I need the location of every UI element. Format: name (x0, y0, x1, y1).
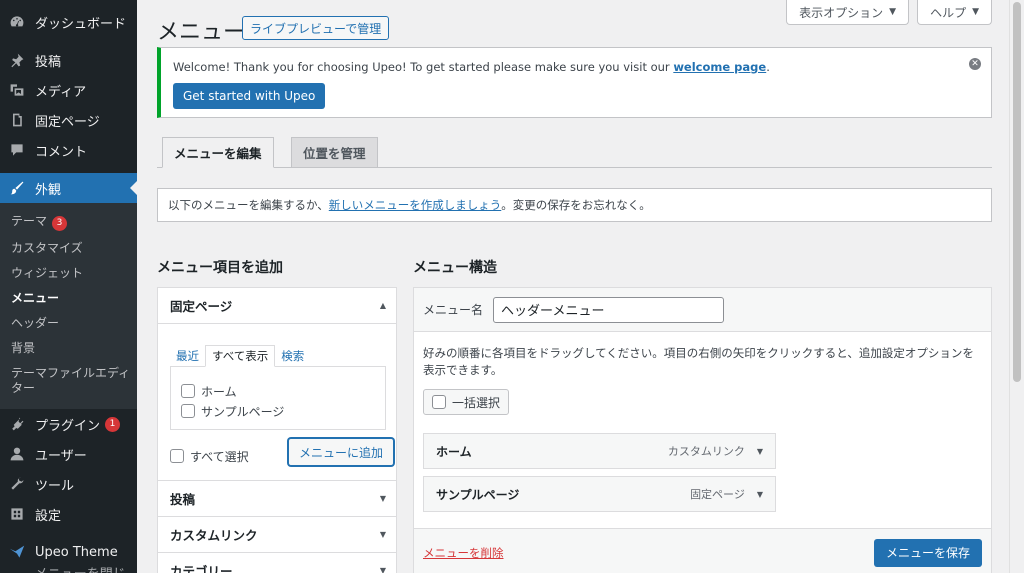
submenu-item-menus[interactable]: メニュー (0, 286, 137, 311)
screen-meta-links: 表示オプション ▼ ヘルプ ▼ (786, 0, 992, 25)
upeo-logo-icon (8, 543, 26, 561)
tab-edit-menus[interactable]: メニューを編集 (162, 137, 274, 168)
checkbox[interactable] (181, 384, 195, 398)
submenu-item-theme-editor[interactable]: テーマファイルエディター (0, 361, 137, 401)
welcome-notice: Welcome! Thank you for choosing Upeo! To… (157, 47, 992, 118)
sidebar-item-plugins[interactable]: プラグイン 1 (0, 409, 137, 439)
sidebar-collapse-menu[interactable]: メニューを閉じる (0, 567, 137, 573)
tab-view-all[interactable]: すべて表示 (205, 345, 276, 367)
submenu-item-header[interactable]: ヘッダー (0, 311, 137, 336)
submenu-item-customize[interactable]: カスタマイズ (0, 236, 137, 261)
sidebar-item-pages[interactable]: 固定ページ (0, 105, 137, 135)
list-item: ホーム (181, 381, 375, 401)
sidebar-item-posts[interactable]: 投稿 (0, 45, 137, 75)
caret-up-icon: ▲ (379, 301, 386, 310)
caret-down-icon: ▼ (379, 494, 386, 503)
appearance-submenu: テーマ 3 カスタマイズ ウィジェット メニュー ヘッダー 背景 テーマファイルエ… (0, 203, 137, 410)
caret-down-icon: ▼ (889, 7, 897, 17)
nav-tabs: メニューを編集 位置を管理 (157, 137, 992, 168)
brush-icon (8, 179, 26, 197)
help-toggle[interactable]: ヘルプ ▼ (917, 0, 992, 25)
main-content: 表示オプション ▼ ヘルプ ▼ メニュー ライブプレビューで管理 Welcome! … (137, 0, 1024, 573)
get-started-button[interactable]: Get started with Upeo (173, 83, 326, 109)
menu-structure-body: 好みの順番に各項目をドラッグしてください。項目の右側の矢印をクリックすると、追加… (414, 332, 991, 529)
sidebar-item-media[interactable]: メディア (0, 75, 137, 105)
accordion-categories-header[interactable]: カテゴリー ▼ (158, 553, 396, 573)
bulk-select-button[interactable]: 一括選択 (423, 389, 510, 415)
tab-manage-locations[interactable]: 位置を管理 (291, 137, 378, 168)
add-menu-items-accordion: 固定ページ ▲ 最近 すべて表示 検索 ホーム サンプルページ すべて選択 メニュ… (157, 287, 397, 573)
add-to-menu-button[interactable]: メニューに追加 (288, 438, 395, 466)
checkbox (432, 395, 446, 409)
menu-item-sample-page[interactable]: サンプルページ 固定ページ ▼ (423, 476, 776, 512)
media-icon (8, 81, 26, 99)
expand-arrow-icon[interactable]: ▼ (757, 490, 763, 499)
sidebar-item-comments[interactable]: コメント (0, 135, 137, 165)
pin-icon (8, 51, 26, 69)
submenu-item-themes[interactable]: テーマ 3 (0, 209, 137, 236)
themes-update-badge: 3 (52, 216, 68, 232)
submenu-item-widgets[interactable]: ウィジェット (0, 261, 137, 286)
user-icon (8, 445, 26, 463)
settings-icon (8, 505, 26, 523)
checkbox[interactable] (181, 404, 195, 418)
plugins-update-badge: 1 (105, 416, 121, 432)
page-scrollbar[interactable] (1009, 0, 1024, 573)
menu-structure-footer: メニューを削除 メニューを保存 (414, 529, 991, 573)
list-item: サンプルページ (181, 401, 375, 421)
sidebar-item-appearance[interactable]: 外観 (0, 173, 137, 203)
menu-structure-heading: メニュー構造 (413, 260, 497, 276)
caret-down-icon: ▼ (972, 7, 979, 17)
select-all-row: すべて選択 (170, 446, 249, 466)
accordion-posts-header[interactable]: 投稿 ▼ (158, 481, 396, 517)
caret-down-icon: ▼ (379, 566, 386, 573)
sidebar-item-settings[interactable]: 設定 (0, 499, 137, 529)
page-title: メニュー (157, 20, 246, 45)
page-icon (8, 111, 26, 129)
delete-menu-link[interactable]: メニューを削除 (423, 545, 504, 561)
plugin-icon (8, 415, 26, 433)
welcome-page-link[interactable]: welcome page (673, 60, 766, 74)
tab-recent[interactable]: 最近 (170, 345, 205, 367)
menu-item-home[interactable]: ホーム カスタムリンク ▼ (423, 433, 776, 469)
accordion-pages-panel: 最近 すべて表示 検索 ホーム サンプルページ すべて選択 メニューに追加 (158, 324, 396, 481)
admin-sidebar: ダッシュボード 投稿 メディア 固定ページ コメント 外観 テーマ 3 カスタマイ… (0, 0, 137, 573)
notice-text: Welcome! Thank you for choosing Upeo! To… (173, 60, 770, 74)
sidebar-item-users[interactable]: ユーザー (0, 439, 137, 469)
pages-inner-tabs: 最近 すべて表示 検索 (170, 345, 310, 367)
comment-icon (8, 141, 26, 159)
dismiss-icon[interactable]: ✕ (969, 58, 981, 70)
live-preview-button[interactable]: ライブプレビューで管理 (242, 16, 390, 40)
drag-instructions: 好みの順番に各項目をドラッグしてください。項目の右側の矢印をクリックすると、追加… (423, 346, 974, 378)
screen-options-toggle[interactable]: 表示オプション ▼ (786, 0, 910, 25)
add-menu-items-heading: メニュー項目を追加 (157, 260, 283, 276)
accordion-custom-links-header[interactable]: カスタムリンク ▼ (158, 517, 396, 553)
menu-name-label: メニュー名 (423, 303, 484, 317)
menu-name-input[interactable] (493, 296, 725, 323)
wrench-icon (8, 475, 26, 493)
save-menu-button[interactable]: メニューを保存 (873, 538, 982, 567)
caret-down-icon: ▼ (379, 530, 386, 539)
select-all-checkbox[interactable] (170, 449, 184, 463)
submenu-item-background[interactable]: 背景 (0, 336, 137, 361)
scrollbar-thumb[interactable] (1013, 2, 1021, 382)
tab-search[interactable]: 検索 (275, 345, 310, 367)
sidebar-item-tools[interactable]: ツール (0, 469, 137, 499)
menu-structure-panel: メニュー名 好みの順番に各項目をドラッグしてください。項目の右側の矢印をクリック… (413, 287, 992, 573)
menu-name-row: メニュー名 (414, 288, 991, 332)
create-new-menu-link[interactable]: 新しいメニューを作成しましょう (329, 197, 502, 213)
dashboard-icon (8, 13, 26, 31)
accordion-pages-header[interactable]: 固定ページ ▲ (158, 288, 396, 324)
pages-checklist: ホーム サンプルページ (170, 366, 386, 430)
sidebar-item-dashboard[interactable]: ダッシュボード (0, 7, 137, 37)
manage-menus-bar: 以下のメニューを編集するか、 新しいメニューを作成しましょう 。変更の保存をお忘れな… (157, 188, 992, 222)
expand-arrow-icon[interactable]: ▼ (757, 447, 763, 456)
